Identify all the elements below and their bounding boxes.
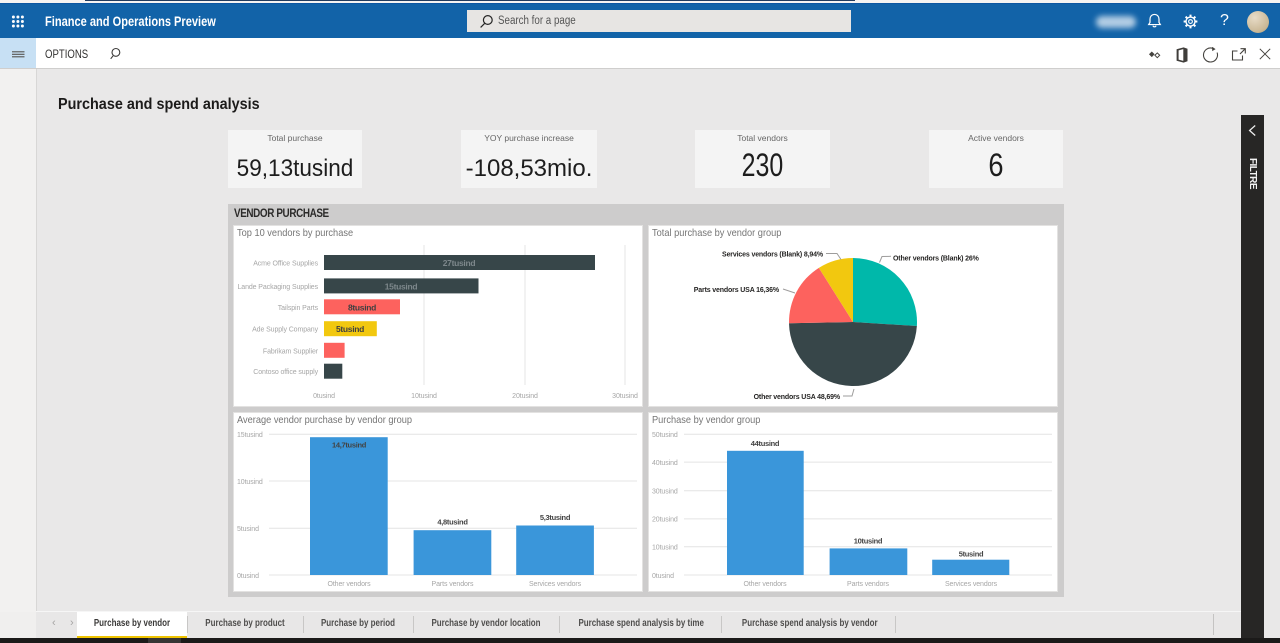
svg-text:14,7tusind: 14,7tusind	[332, 441, 367, 450]
svg-text:Other vendors USA 48,69%: Other vendors USA 48,69%	[754, 394, 841, 401]
svg-text:Fabrikam Supplier: Fabrikam Supplier	[263, 348, 319, 355]
svg-text:Services vendors: Services vendors	[945, 581, 998, 588]
svg-text:8tusind: 8tusind	[348, 302, 376, 312]
svg-text:10tusind: 10tusind	[237, 479, 263, 486]
svg-text:5tusind: 5tusind	[237, 526, 259, 533]
svg-text:Other vendors (Blank) 26%: Other vendors (Blank) 26%	[893, 256, 980, 263]
svg-text:15tusind: 15tusind	[385, 281, 418, 291]
svg-text:Acme Office Supplies: Acme Office Supplies	[253, 261, 318, 268]
svg-text:10tusind: 10tusind	[411, 393, 437, 400]
svg-text:Tailspin Parts: Tailspin Parts	[278, 305, 319, 312]
svg-text:20tusind: 20tusind	[652, 517, 678, 524]
svg-text:40tusind: 40tusind	[652, 460, 678, 467]
svg-text:0tusind: 0tusind	[237, 573, 259, 580]
svg-text:4,8tusind: 4,8tusind	[437, 518, 468, 527]
svg-text:Parts vendors: Parts vendors	[432, 581, 474, 588]
svg-text:10tusind: 10tusind	[854, 536, 883, 545]
svg-text:Services vendors (Blank) 8,94%: Services vendors (Blank) 8,94%	[722, 252, 824, 259]
svg-text:30tusind: 30tusind	[612, 393, 638, 400]
svg-text:10tusind: 10tusind	[652, 545, 678, 552]
svg-text:Ade Supply Company: Ade Supply Company	[252, 327, 319, 334]
svg-text:Parts vendors USA 16,36%: Parts vendors USA 16,36%	[694, 287, 780, 294]
svg-text:Lande Packaging Supplies: Lande Packaging Supplies	[238, 284, 319, 291]
svg-text:5,3tusind: 5,3tusind	[540, 513, 571, 522]
svg-text:Contoso office supply: Contoso office supply	[253, 369, 318, 376]
svg-text:Parts vendors: Parts vendors	[847, 581, 889, 588]
svg-text:50tusind: 50tusind	[652, 432, 678, 439]
svg-text:0tusind: 0tusind	[313, 393, 335, 400]
svg-text:5tusind: 5tusind	[336, 324, 364, 334]
svg-text:20tusind: 20tusind	[512, 393, 538, 400]
svg-text:30tusind: 30tusind	[652, 489, 678, 496]
svg-text:15tusind: 15tusind	[237, 432, 263, 439]
svg-text:5tusind: 5tusind	[959, 550, 984, 559]
svg-text:Other vendors: Other vendors	[327, 581, 371, 588]
svg-text:27tusind: 27tusind	[443, 258, 476, 268]
svg-text:0tusind: 0tusind	[652, 573, 674, 580]
svg-text:Other vendors: Other vendors	[743, 581, 787, 588]
svg-text:44tusind: 44tusind	[751, 439, 780, 448]
svg-text:Services vendors: Services vendors	[529, 581, 582, 588]
